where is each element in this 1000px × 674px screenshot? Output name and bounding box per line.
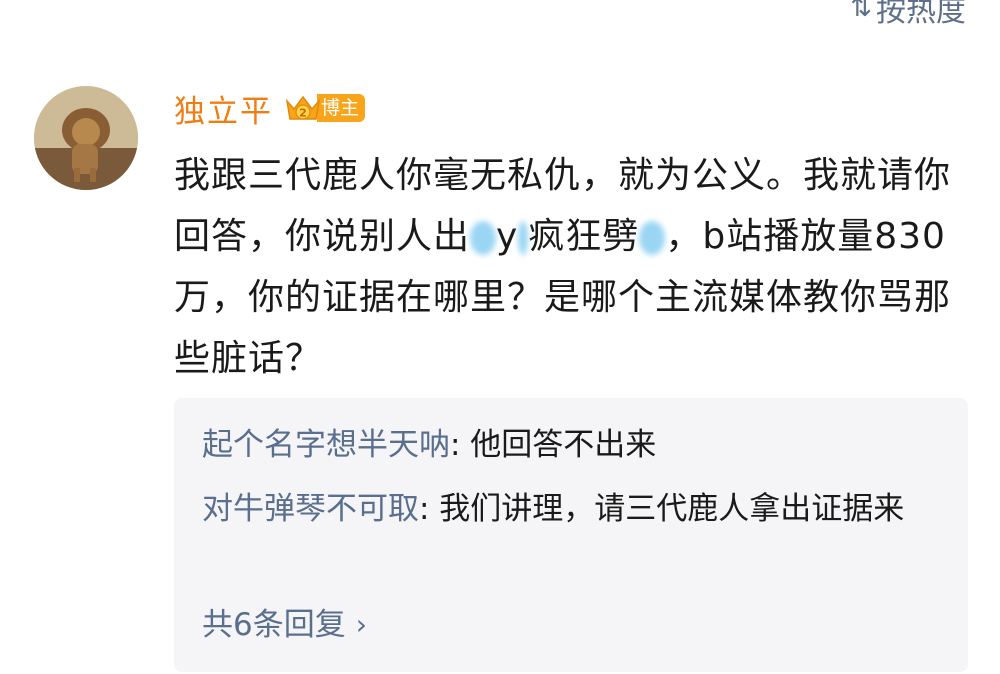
lion-avatar-image [34,86,138,190]
blogger-badge: 2 博主 [283,91,366,125]
comment-text-part2: y [496,216,519,257]
sort-by-hot-button[interactable]: ⇅ 按热度 [850,0,966,30]
badge-level: 2 [299,107,307,120]
mosaic-blur [639,221,666,255]
comment-text-part3: 疯狂劈 [528,216,640,257]
reply-author[interactable]: 对牛弹琴不可取 [202,491,419,527]
mosaic-blur [518,221,529,255]
comment-text: 我跟三代鹿人你毫无私仇，就为公义。我就请你回答，你说别人出 y 疯狂劈 ，b站播放量8… [174,145,974,389]
reply-text: : 他回答不出来 [450,427,657,463]
reply-author[interactable]: 起个名字想半天呐 [202,427,450,463]
reply-item[interactable]: 起个名字想半天呐: 他回答不出来 [202,416,942,474]
sort-label: 按热度 [876,0,966,29]
sort-icon: ⇅ [850,0,872,23]
more-replies-label: 共6条回复 [202,607,346,643]
reply-text: : 我们讲理，请三代鹿人拿出证据来 [419,491,905,527]
badge-label: 博主 [317,94,366,122]
chevron-right-icon: › [355,608,367,641]
username[interactable]: 独立平 [174,86,273,131]
avatar[interactable] [34,86,138,190]
mosaic-blur [470,221,497,255]
reply-panel: 起个名字想半天呐: 他回答不出来 对牛弹琴不可取: 我们讲理，请三代鹿人拿出证据… [174,398,968,672]
reply-item[interactable]: 对牛弹琴不可取: 我们讲理，请三代鹿人拿出证据来 [202,480,942,538]
more-replies-link[interactable]: 共6条回复 › [202,596,367,654]
crown-icon: 2 [283,91,323,125]
